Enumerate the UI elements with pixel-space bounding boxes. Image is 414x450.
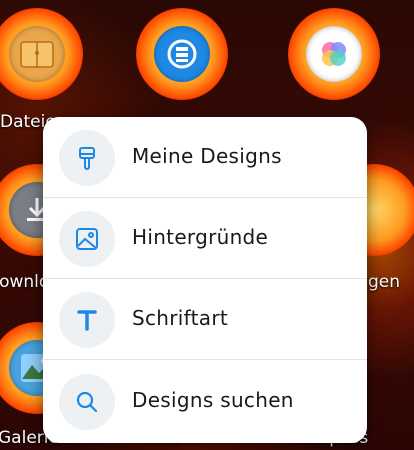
menu-item-my-designs[interactable]: Meine Designs xyxy=(43,117,367,199)
menu-item-label: Schriftart xyxy=(132,306,228,330)
app-files[interactable] xyxy=(0,6,85,102)
menu-item-label: Designs suchen xyxy=(132,388,294,412)
app-backup[interactable] xyxy=(134,6,230,102)
folder-icon xyxy=(9,26,65,82)
menu-item-font[interactable]: Schriftart xyxy=(43,279,367,361)
search-icon xyxy=(59,374,115,430)
menu-item-label: Meine Designs xyxy=(132,144,282,168)
divider xyxy=(43,359,367,360)
font-t-icon xyxy=(59,292,115,348)
menu-item-label: Hintergründe xyxy=(132,225,269,249)
paintbrush-icon xyxy=(59,130,115,186)
app-themes[interactable] xyxy=(286,6,382,102)
backup-restore-icon xyxy=(154,26,210,82)
app-label-settings: gen xyxy=(368,272,401,292)
themes-icon xyxy=(306,26,362,82)
menu-item-search-designs[interactable]: Designs suchen xyxy=(43,361,367,443)
image-icon xyxy=(59,211,115,267)
menu-item-wallpapers[interactable]: Hintergründe xyxy=(43,198,367,280)
theme-context-menu: Meine Designs Hintergründe Schriftart De… xyxy=(43,117,367,443)
